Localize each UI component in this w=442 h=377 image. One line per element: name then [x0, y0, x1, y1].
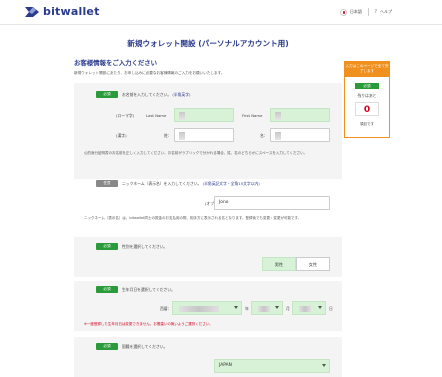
- nickname-value: Jono: [219, 200, 229, 205]
- help-icon[interactable]: ?: [374, 9, 377, 15]
- help-link[interactable]: ヘルプ: [380, 9, 392, 15]
- remaining-label: 残りはあと: [357, 93, 377, 98]
- required-badge: 必須: [96, 286, 118, 293]
- main-content: 新規ウォレット開設 (パーソナルアカウント用) お客様情報をご入力ください 新規…: [0, 25, 442, 377]
- sei-input[interactable]: [174, 128, 234, 142]
- chevron-down-icon: [322, 364, 326, 367]
- name-prompt-text: お名前を入力してください。: [122, 92, 172, 97]
- chevron-down-icon: [234, 306, 238, 309]
- kanji-label: (漢字): [116, 133, 127, 138]
- country-prompt: 国籍を選択してください。: [122, 344, 168, 349]
- last-name-input[interactable]: [174, 108, 234, 122]
- dob-day-select[interactable]: [292, 301, 326, 315]
- nickname-prompt-text: ニックネーム（表示名）を入力してください。: [122, 181, 202, 186]
- nickname-note: ニックネーム（表示名）は、bitwallet同士の振金のお支払用の際、相手方に表…: [84, 216, 302, 220]
- redacted-value: [179, 112, 185, 120]
- dob-prompt: 生年月日を選択してください。: [122, 287, 175, 292]
- header-divider: [367, 8, 369, 16]
- dob-month-select[interactable]: [251, 301, 283, 315]
- remaining-unit: 項目です: [359, 122, 375, 126]
- optional-badge: 任意: [96, 180, 118, 187]
- required-badge: 必須: [96, 243, 118, 250]
- section-description: 新規ウォレット開設にあたり、お申し込みに必要なお客様情報のご入力をお願いいたしま…: [74, 71, 225, 75]
- roman-label: (ローマ字): [116, 113, 135, 118]
- country-value: JAPAN: [219, 363, 232, 368]
- month-unit: 月: [286, 306, 290, 311]
- remaining-count: 0: [355, 102, 379, 116]
- gender-male-button[interactable]: 男性: [262, 257, 296, 271]
- country-card: 必須 国籍を選択してください。 JAPAN: [74, 337, 342, 377]
- nickname-input[interactable]: Jono: [214, 196, 330, 210]
- sei-label: 姓：: [164, 133, 172, 138]
- brand-name[interactable]: bitwallet: [43, 5, 100, 18]
- redacted-value: [275, 132, 281, 140]
- progress-side-panel: 入力はこのページで全て完了します 必須 残りはあと 0 項目です: [344, 61, 390, 138]
- last-name-label: Last Name: [146, 113, 167, 118]
- redacted-value: [179, 306, 219, 312]
- mei-input[interactable]: [270, 128, 330, 142]
- name-card: 必須 お名前を入力してください。 (半角英字) (ローマ字) Last Name…: [74, 83, 342, 182]
- bitwallet-logo-icon[interactable]: [24, 5, 40, 19]
- redacted-value: [275, 112, 281, 120]
- year-unit: 年: [245, 306, 249, 311]
- chevron-down-icon: [275, 306, 279, 309]
- name-prompt: お名前を入力してください。 (半角英字): [122, 92, 191, 98]
- japan-flag-icon: [339, 8, 347, 16]
- era-label: 西暦：: [160, 306, 172, 311]
- mei-label: 名：: [260, 133, 268, 138]
- redacted-value: [299, 306, 311, 312]
- header-actions: 日本語 ? ヘルプ: [339, 8, 392, 16]
- name-note: 公的身分証明書のお名前を正しく入力してください。お名前がラブリックで分かれる場合…: [84, 151, 308, 155]
- country-select[interactable]: JAPAN: [214, 359, 330, 373]
- gender-prompt: 性別を選択してください。: [122, 244, 168, 249]
- required-badge: 必須: [96, 91, 118, 98]
- side-panel-header: 入力はこのページで全て完了します: [345, 62, 389, 77]
- nickname-prompt-hint: (半角英記文字・全角15文字以内): [202, 181, 260, 186]
- page-title: 新規ウォレット開設 (パーソナルアカウント用): [127, 39, 289, 48]
- language-selector[interactable]: 日本語: [350, 9, 362, 15]
- dob-year-select[interactable]: [172, 301, 242, 315]
- redacted-value: [179, 132, 185, 140]
- section-title: お客様情報をご入力ください: [74, 59, 158, 67]
- required-badge: 必須: [96, 343, 118, 350]
- redacted-value: [258, 306, 270, 312]
- first-name-input[interactable]: [270, 108, 330, 122]
- top-header: bitwallet 日本語 ? ヘルプ: [0, 0, 442, 25]
- dob-warning: ※一度登録した生年月日は変更できません。お間違いの無いようご選択ください。: [84, 322, 213, 326]
- chevron-down-icon: [318, 306, 322, 309]
- required-badge: 必須: [355, 83, 379, 89]
- gender-female-button[interactable]: 女性: [296, 257, 330, 271]
- gender-toggle: 男性 女性: [262, 257, 330, 271]
- name-prompt-hint: (半角英字): [172, 92, 191, 97]
- first-name-label: First Name: [242, 113, 263, 118]
- dob-card: 必須 生年月日を選択してください。 西暦： 年 月 日 ※一度登録した生年月日は…: [74, 281, 342, 331]
- nickname-prompt: ニックネーム（表示名）を入力してください。 (半角英記文字・全角15文字以内): [122, 181, 260, 187]
- day-unit: 日: [329, 306, 333, 311]
- gender-card: 必須 性別を選択してください。 男性 女性: [74, 237, 342, 277]
